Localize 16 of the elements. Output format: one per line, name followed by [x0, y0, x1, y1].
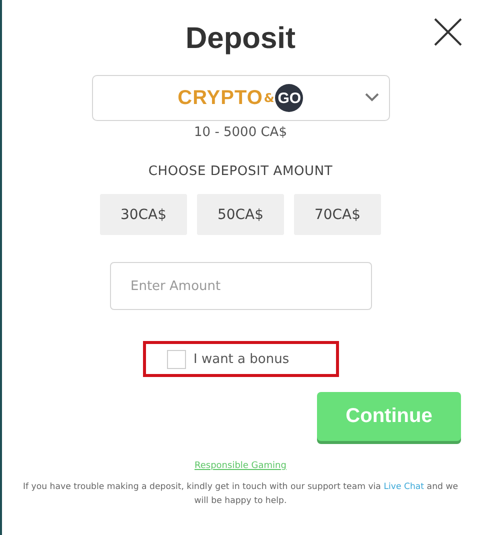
amount-option[interactable]: 50CA$ — [197, 194, 284, 235]
logo-ampersand: & — [264, 91, 274, 105]
bonus-label: I want a bonus — [194, 352, 290, 366]
amount-option[interactable]: 30CA$ — [100, 194, 187, 235]
dialog-title: Deposit — [185, 22, 296, 56]
deposit-range: 10 - 5000 CA$ — [194, 125, 287, 140]
help-text: If you have trouble making a deposit, kindly get in touch with our support team via Live Chat and we will be happy to help. — [22, 481, 460, 508]
close-icon[interactable] — [433, 17, 463, 47]
bonus-checkbox[interactable] — [166, 350, 186, 368]
logo-badge: GO — [275, 84, 304, 112]
amount-option[interactable]: 70CA$ — [294, 194, 381, 235]
amount-field[interactable]: Enter Amount — [110, 262, 372, 310]
logo-text: CRYPTO — [178, 86, 263, 110]
payment-method-select[interactable]: CRYPTO& GO — [92, 75, 390, 121]
chevron-icon — [364, 91, 380, 103]
section-heading: CHOOSE DEPOSIT AMOUNT — [148, 164, 333, 179]
